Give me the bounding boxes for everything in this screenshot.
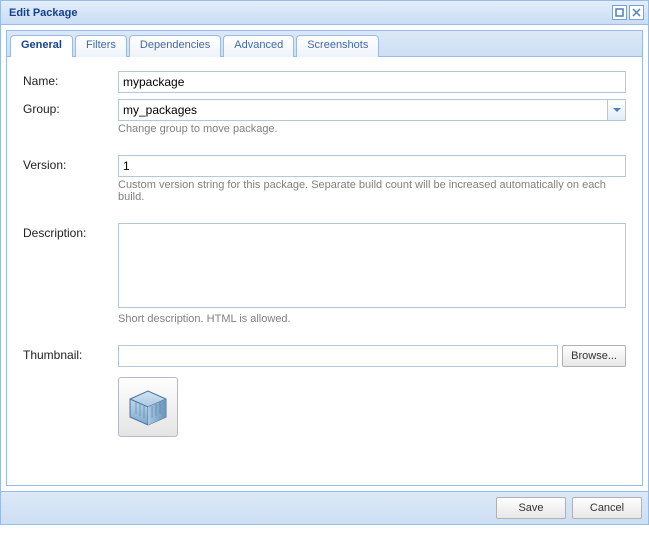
tab-general[interactable]: General [10, 35, 73, 57]
name-input[interactable] [118, 71, 626, 93]
group-select[interactable]: my_packages [118, 99, 626, 121]
tab-advanced[interactable]: Advanced [223, 35, 294, 57]
chevron-down-icon[interactable] [607, 100, 625, 120]
maximize-icon[interactable] [612, 5, 627, 20]
description-hint: Short description. HTML is allowed. [118, 313, 626, 325]
tab-dependencies[interactable]: Dependencies [129, 35, 221, 57]
tabstrip: General Filters Dependencies Advanced Sc… [6, 30, 643, 56]
group-hint: Change group to move package. [118, 123, 626, 135]
window-tools [612, 5, 644, 20]
cancel-button[interactable]: Cancel [572, 497, 642, 519]
browse-button[interactable]: Browse... [562, 345, 626, 367]
dialog-body: General Filters Dependencies Advanced Sc… [1, 25, 648, 491]
name-label: Name: [23, 71, 118, 88]
group-label: Group: [23, 99, 118, 116]
dialog-footer: Save Cancel [1, 491, 648, 524]
save-button[interactable]: Save [496, 497, 566, 519]
thumbnail-preview [118, 377, 178, 437]
version-input[interactable] [118, 155, 626, 177]
version-hint: Custom version string for this package. … [118, 179, 626, 203]
description-input[interactable] [118, 223, 626, 308]
thumbnail-input[interactable] [118, 345, 558, 367]
window-title: Edit Package [9, 7, 612, 19]
version-label: Version: [23, 155, 118, 172]
thumbnail-label: Thumbnail: [23, 345, 118, 362]
description-label: Description: [23, 223, 118, 240]
package-icon [126, 385, 170, 429]
tab-screenshots[interactable]: Screenshots [296, 35, 379, 57]
group-value: my_packages [119, 103, 607, 117]
tab-content-general: Name: Group: my_packages Change group to… [6, 56, 643, 486]
titlebar: Edit Package [1, 1, 648, 25]
close-icon[interactable] [629, 5, 644, 20]
tab-filters[interactable]: Filters [75, 35, 127, 57]
edit-package-dialog: Edit Package General Filters Dependencie… [0, 0, 649, 525]
